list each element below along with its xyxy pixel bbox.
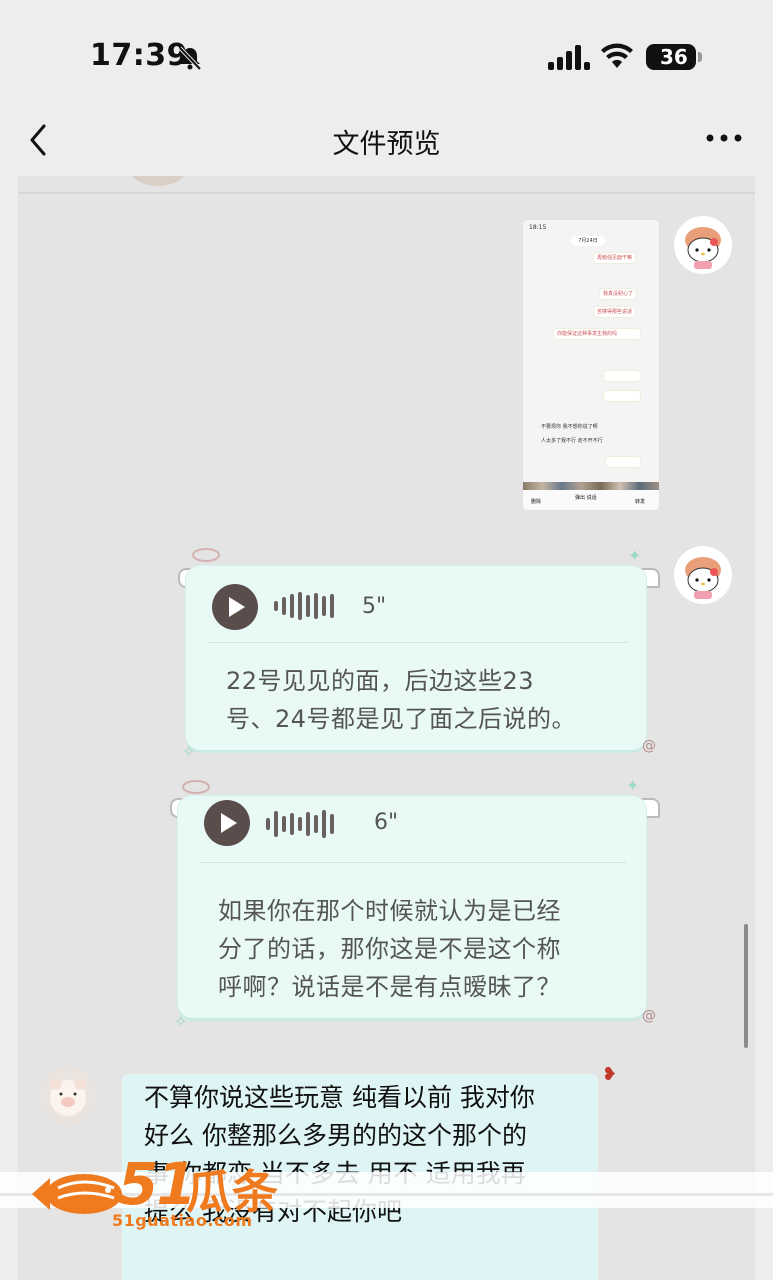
hello-kitty-avatar-icon (685, 557, 721, 599)
thumbnail-line: 人太多了我不行 走不开不行 (541, 438, 603, 444)
halo-decoration-icon (192, 548, 220, 562)
battery-icon: 36 (646, 44, 702, 70)
play-icon[interactable] (212, 584, 258, 630)
halo-decoration-icon (182, 780, 210, 794)
watermark-url: 51guatiao.com (112, 1211, 253, 1230)
star-decoration-icon: ✧ (182, 742, 196, 761)
star-decoration-icon: ✦ (628, 546, 642, 565)
battery-level: 36 (660, 45, 688, 69)
nav-bar: 文件预览 (0, 108, 773, 176)
voice-duration: 6" (374, 810, 399, 835)
voice-message[interactable]: 5" 22号见见的面，后边这些23 号、24号都是见了面之后说的。 (186, 566, 646, 750)
voice-duration: 5" (362, 594, 387, 619)
pig-avatar-icon (38, 1066, 98, 1126)
thumbnail-time: 18:15 (529, 224, 547, 231)
bell-slash-icon (178, 46, 202, 71)
thumbnail-date: 7月24日 (571, 236, 605, 246)
swirl-decoration-icon: @ (642, 738, 656, 754)
thumbnail-forward: 转发 (635, 499, 646, 505)
thumbnail-line: 我真没耐心了 (599, 288, 638, 300)
signal-icon (548, 45, 590, 70)
thumbnail-voice (603, 390, 641, 402)
voice-transcript: 如果你在那个时候就认为是已经 分了的话，那你这是不是这个称 呼啊？说话是不是有点… (218, 897, 561, 1001)
status-time: 17:39 (90, 38, 188, 73)
play-icon[interactable] (204, 800, 250, 846)
thumbnail-line: 苦撑得那些说话 (593, 306, 637, 318)
waveform-icon (274, 592, 338, 622)
voice-transcript: 22号见见的面，后边这些23 号、24号都是见了面之后说的。 (226, 667, 577, 733)
wifi-icon (601, 43, 633, 68)
scrollbar[interactable] (744, 924, 748, 1048)
star-decoration-icon: ✦ (626, 776, 640, 795)
avatar[interactable] (674, 546, 732, 604)
avatar (128, 176, 188, 186)
thumbnail-voice (605, 456, 641, 468)
star-decoration-icon: ✧ (174, 1012, 188, 1031)
thumbnail-voice (603, 370, 641, 382)
avatar[interactable] (38, 1066, 98, 1126)
thumbnail-line: 再勉强见面干嘛 (593, 252, 637, 264)
thumbnail-delete: 删除 (531, 499, 542, 505)
file-preview-panel[interactable]: 18:15 7月24日 再勉强见面干嘛 我真没耐心了 苦撑得那些说话 你能保证这… (18, 176, 755, 1280)
thumbnail-line: 你能保证这种事发生我的吗 (553, 328, 641, 340)
status-bar: 17:39 36 (0, 0, 773, 108)
swirl-decoration-icon: @ (642, 1008, 656, 1024)
thumbnail-photo-strip (523, 482, 659, 490)
thumbnail-action: 弹出 说话 (575, 495, 597, 501)
chat-screenshot-thumbnail[interactable]: 18:15 7月24日 再勉强见面干嘛 我真没耐心了 苦撑得那些说话 你能保证这… (523, 220, 659, 510)
waveform-icon (266, 810, 338, 840)
thumbnail-line: 不要烦你 我不想你说了啊 (541, 424, 598, 430)
avatar[interactable] (674, 216, 732, 274)
watermark-number: 51 (118, 1150, 197, 1218)
more-button[interactable] (704, 128, 744, 148)
hello-kitty-avatar-icon (685, 227, 721, 269)
page-title: 文件预览 (332, 129, 441, 160)
voice-message[interactable]: 6" 如果你在那个时候就认为是已经 分了的话，那你这是不是这个称 呼啊？说话是不… (178, 796, 646, 1018)
